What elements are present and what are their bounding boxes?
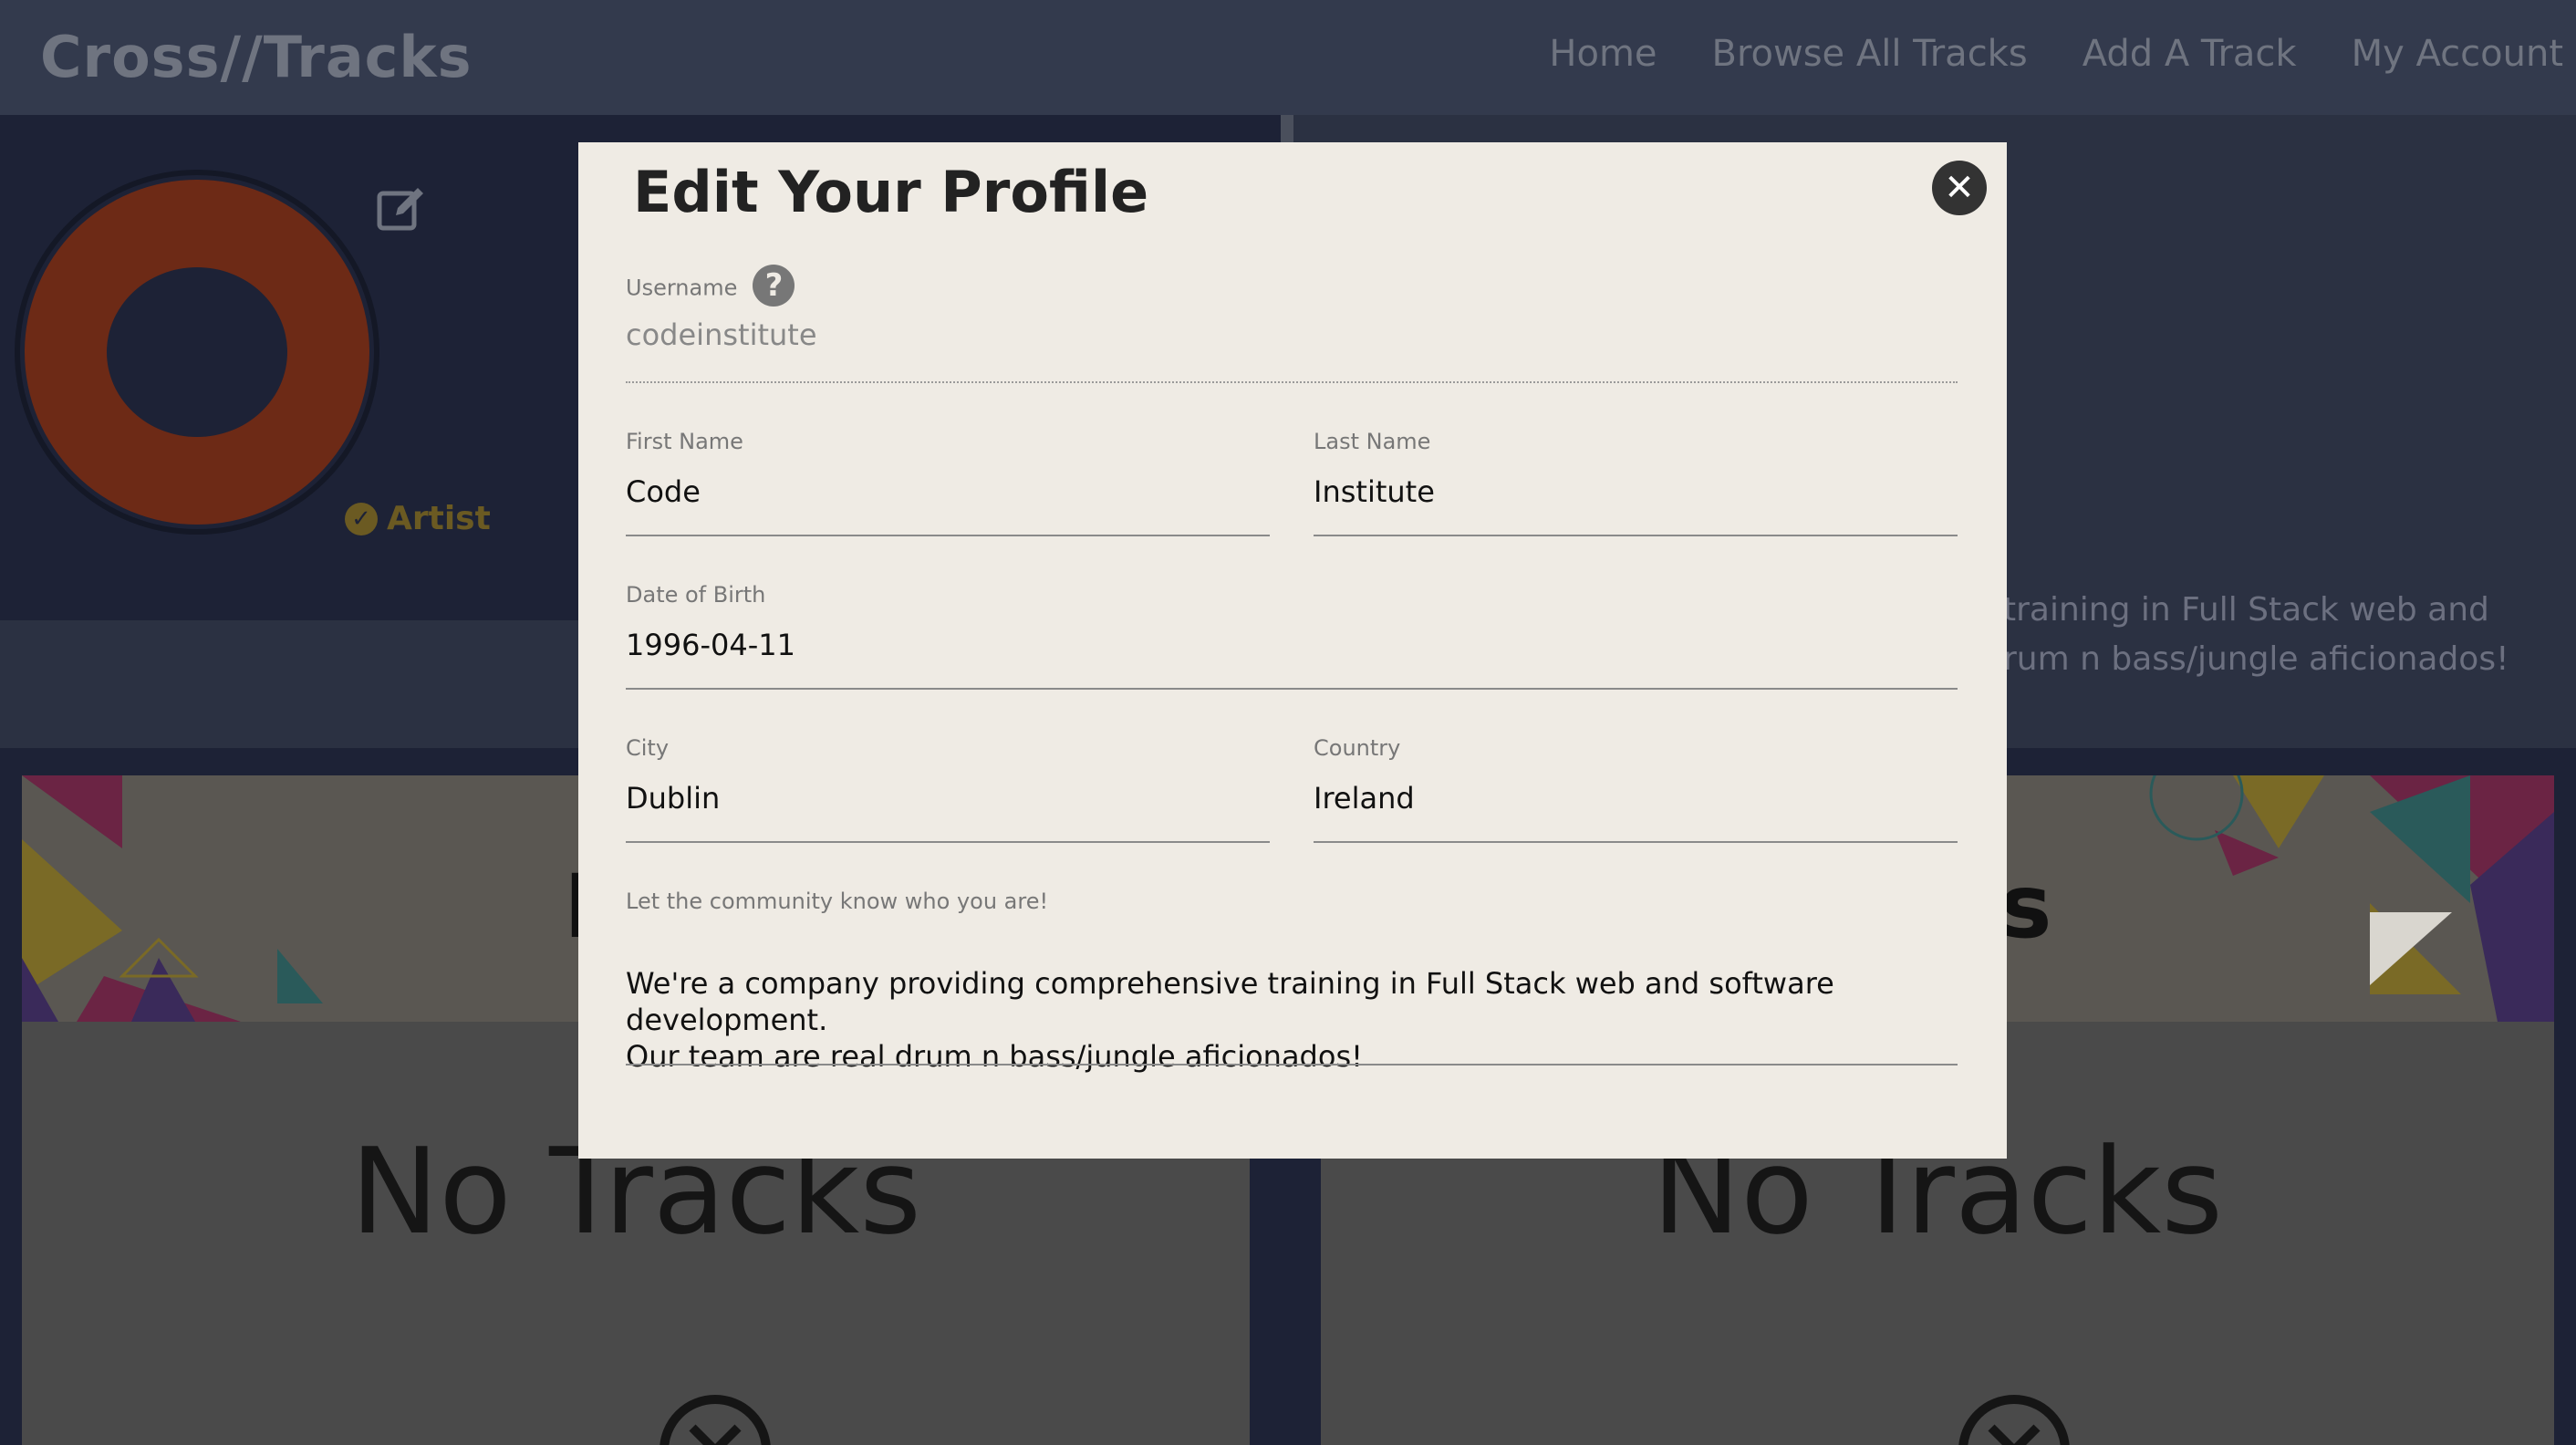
profile-bio-line: training in Full Stack web and (2003, 591, 2489, 629)
first-name-input[interactable] (626, 474, 1270, 509)
artist-badge-label: Artist (387, 500, 491, 537)
question-circle-icon[interactable]: ? (753, 265, 795, 307)
artist-badge: ✓ Artist (345, 500, 491, 537)
username-input[interactable] (626, 317, 1958, 352)
dob-underline (626, 688, 1958, 690)
country-underline (1314, 841, 1958, 843)
first-name-label: First Name (626, 429, 743, 454)
bio-label: Let the community know who you are! (626, 889, 1049, 914)
panel-divider (1281, 115, 1293, 142)
check-circle-icon: ✓ (345, 502, 378, 535)
first-name-underline (626, 535, 1270, 536)
bio-text-line: Our team are real drum n bass/jungle afi… (626, 1039, 1363, 1074)
bio-underline (626, 1064, 1958, 1066)
dob-input[interactable] (626, 628, 1958, 662)
avatar-image (25, 180, 369, 525)
bio-field[interactable]: Let the community know who you are! We'r… (626, 889, 1958, 1074)
nav-link-browse[interactable]: Browse All Tracks (1712, 33, 2028, 75)
nav-link-home[interactable]: Home (1549, 33, 1657, 75)
dob-label: Date of Birth (626, 582, 766, 608)
last-name-input[interactable] (1314, 474, 1958, 509)
dob-field: Date of Birth (626, 582, 1958, 690)
last-name-underline (1314, 535, 1958, 536)
avatar (15, 170, 379, 535)
username-label: Username (626, 275, 738, 301)
username-underline (626, 381, 1958, 383)
nav-link-my-account[interactable]: My Account (2352, 33, 2563, 75)
nav-link-add-track[interactable]: Add A Track (2083, 33, 2297, 75)
city-label: City (626, 735, 670, 761)
last-name-label: Last Name (1314, 429, 1431, 454)
first-name-field: First Name (626, 429, 1270, 536)
modal-title: Edit Your Profile (633, 159, 1149, 225)
profile-bio: training in Full Stack web and rum n bas… (2003, 586, 2569, 684)
profile-bio-line: rum n bass/jungle aficionados! (2003, 640, 2509, 678)
bio-textarea[interactable]: We're a company providing comprehensive … (626, 965, 1958, 1075)
country-label: Country (1314, 735, 1401, 761)
navbar: Cross//Tracks Home Browse All Tracks Add… (0, 0, 2576, 115)
city-input[interactable] (626, 781, 1270, 816)
country-input[interactable] (1314, 781, 1958, 816)
edit-icon[interactable] (376, 182, 427, 234)
brand-logo[interactable]: Cross//Tracks (40, 24, 473, 90)
nav-links: Home Browse All Tracks Add A Track My Ac… (1549, 33, 2563, 75)
username-field: Username ? (626, 265, 1958, 383)
edit-profile-modal: Edit Your Profile ✕ Username ? First Nam… (578, 142, 2007, 1159)
city-field: City (626, 735, 1270, 843)
country-field: Country (1314, 735, 1958, 843)
empty-list-icon (660, 1395, 771, 1445)
city-underline (626, 841, 1270, 843)
last-name-field: Last Name (1314, 429, 1958, 536)
empty-list-icon (1958, 1395, 2070, 1445)
close-icon[interactable]: ✕ (1932, 161, 1987, 215)
bio-text-line: We're a company providing comprehensive … (626, 966, 1834, 1037)
